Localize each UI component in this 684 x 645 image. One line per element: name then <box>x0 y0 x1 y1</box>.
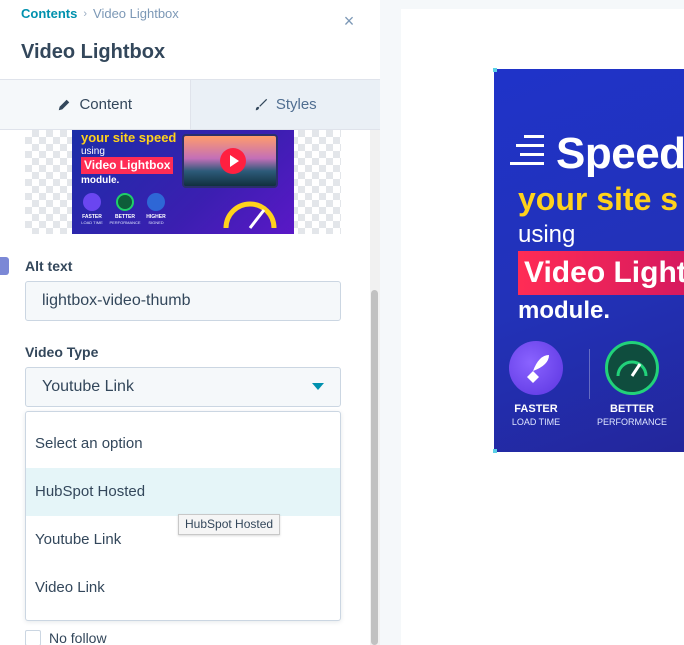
hero-your-site-text: your site s <box>518 181 679 217</box>
thumb-line3: Video Lightbox <box>81 157 174 174</box>
tab-styles-label: Styles <box>275 96 317 113</box>
gauge-icon <box>605 341 659 395</box>
video-frame <box>182 134 278 188</box>
rocket-icon <box>509 341 563 395</box>
no-follow-label: No follow <box>49 630 107 645</box>
close-icon[interactable]: × <box>340 12 358 30</box>
thumb-feature3-sub: SIGNED <box>148 220 164 225</box>
brush-icon <box>255 98 267 110</box>
option-hubspot-hosted[interactable]: HubSpot Hosted <box>26 468 340 516</box>
hero-badge-text: Video Light <box>518 251 684 295</box>
thumb-line2: using <box>81 146 105 157</box>
video-type-selected: Youtube Link <box>42 378 134 395</box>
video-type-select[interactable]: Youtube Link <box>25 367 341 407</box>
feature-better-sub: PERFORMANCE <box>596 417 667 427</box>
pencil-icon <box>59 99 70 110</box>
breadcrumb-current: Video Lightbox <box>93 6 179 21</box>
breadcrumb: Contents › Video Lightbox <box>21 6 179 21</box>
thumb-feature1-sub: LOAD TIME <box>81 220 103 225</box>
preview-hero-image[interactable]: Speed your site s using Video Light modu… <box>494 69 684 452</box>
chart-icon <box>147 193 165 211</box>
rocket-icon <box>83 193 101 211</box>
breadcrumb-separator: › <box>83 7 88 20</box>
scrollbar-thumb[interactable] <box>371 290 378 645</box>
feature-better-title: BETTER <box>610 403 654 415</box>
speed-lines-icon <box>510 135 544 165</box>
hero-using-text: using <box>518 221 576 248</box>
page-root: Contents › Video Lightbox Video Lightbox… <box>0 0 684 645</box>
hero-module-text: module. <box>518 297 611 324</box>
hero-speed-text: Speed <box>556 129 684 178</box>
caret-down-icon <box>312 383 324 390</box>
alt-text-label: Alt text <box>25 258 73 274</box>
breadcrumb-contents-link[interactable]: Contents <box>21 6 77 21</box>
panel-title: Video Lightbox <box>21 41 166 63</box>
speedometer-icon <box>223 201 277 229</box>
feature-faster-sub: LOAD TIME <box>511 417 561 427</box>
tab-content-label: Content <box>79 96 133 113</box>
sidebar-panel: Contents › Video Lightbox Video Lightbox… <box>0 0 380 645</box>
thumbnail-image: your site speed using Video Lightbox mod… <box>72 130 294 234</box>
tab-content[interactable]: Content <box>0 80 191 129</box>
alt-text-input[interactable]: lightbox-video-thumb <box>25 281 341 321</box>
feature-better: BETTER PERFORMANCE <box>590 341 674 431</box>
feature-faster-title: FASTER <box>514 403 558 415</box>
tab-bar: Content Styles <box>0 80 380 130</box>
panel-header: Contents › Video Lightbox Video Lightbox… <box>0 0 380 80</box>
feature-faster: FASTER LOAD TIME <box>494 341 578 431</box>
thumb-line1: your site speed <box>81 130 177 145</box>
gauge-icon <box>116 193 134 211</box>
selection-handle[interactable] <box>493 68 497 72</box>
video-type-label: Video Type <box>25 344 99 360</box>
tab-styles[interactable]: Styles <box>190 80 380 129</box>
option-select-an-option[interactable]: Select an option <box>26 420 340 468</box>
thumb-line4: module. <box>81 175 120 186</box>
thumb-feature2-sub: PERFORMANCE <box>109 220 141 225</box>
no-follow-checkbox[interactable] <box>25 630 41 645</box>
play-icon <box>220 148 246 174</box>
tooltip: HubSpot Hosted <box>178 514 281 535</box>
no-follow-row[interactable]: No follow <box>25 630 107 645</box>
option-video-link[interactable]: Video Link <box>26 564 340 612</box>
field-marker <box>0 257 9 275</box>
image-preview: your site speed using Video Lightbox mod… <box>25 130 341 234</box>
selection-handle[interactable] <box>493 449 497 453</box>
